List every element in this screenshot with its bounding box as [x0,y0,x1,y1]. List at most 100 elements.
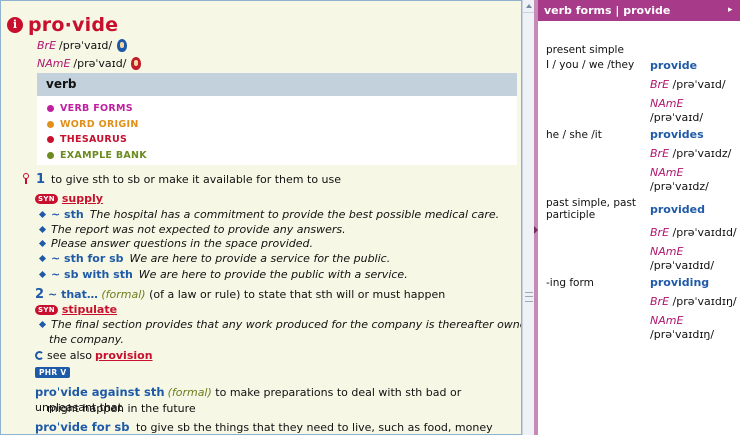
phrasal-verb-item: proˈvide for sb to give sb the things th… [35,420,515,434]
see-also-label: see also [47,349,93,362]
pron-text: /prəˈvaɪdz/ [672,147,732,160]
pron-label: NAmE [650,314,684,327]
diamond-bullet-icon [38,210,47,219]
phrasal-verb-definition-cont: might happen in the future [47,401,521,416]
bullet-icon [47,151,54,159]
pron-label: BrE [650,147,670,160]
diamond-bullet-icon [38,225,47,234]
sense-2: 2 ~ that… (formal) (of a law or rule) to … [35,287,445,302]
pron-name-text: /prəˈvaɪd/ [73,57,127,70]
sense-definition: to give sth to sb or make it available f… [51,173,342,186]
verb-form-value: providing [650,276,710,289]
headword: pro·vide [28,14,119,36]
example-pattern: ~ sth for sb [51,252,124,265]
collapse-arrow-icon[interactable]: ▸ [728,5,738,15]
scroll-grip-icon[interactable] [525,292,533,302]
cross-reference-arrow-icon [35,351,44,360]
example-row-cont: the company. [49,333,124,346]
example-pattern: ~ sth [51,208,84,221]
verb-form-sublabel: I / you / we /they [546,59,635,71]
example-pattern: ~ sb with sth [51,268,133,281]
pron-text: /prəˈvaɪdɪd/ [650,259,715,272]
example-row: ~ sth for sb We are here to provide a se… [38,252,391,265]
bullet-icon [47,105,54,113]
pron-text: /prəˈvaɪdɪŋ/ [650,328,715,341]
example-text: the company. [49,333,124,346]
verb-form-pron-name: NAmE/prəˈvaɪdɪŋ/ [650,314,714,342]
example-text: The report was not expected to provide a… [51,223,346,236]
link-thesaurus[interactable]: THESAURUS [47,132,517,148]
link-label: EXAMPLE BANK [60,149,147,161]
link-example-bank[interactable]: EXAMPLE BANK [47,148,517,164]
diamond-bullet-icon [38,239,47,248]
see-also-link[interactable]: provision [95,349,153,362]
verb-form-sublabel: participle [546,209,596,221]
verb-form-pron-bre: BrE /prəˈvaɪdɪŋ/ [650,295,737,309]
pron-text: /prəˈvaɪdɪŋ/ [672,295,737,308]
pron-text: /prəˈvaɪd/ [672,78,726,91]
pron-label: BrE [650,226,670,239]
pron-label: NAmE [650,166,684,179]
phrasal-verb-head[interactable]: proˈvide against sth [35,385,165,399]
pron-text: /prəˈvaɪd/ [650,111,704,124]
example-text: The hospital has a commitment to provide… [89,208,500,221]
link-word-origin[interactable]: WORD ORIGIN [47,117,517,133]
sense-pattern: ~ that… [48,288,98,301]
see-also-row: see also provision [35,349,153,362]
pron-label: BrE [650,78,670,91]
example-row: The report was not expected to provide a… [38,223,346,236]
pron-label: NAmE [650,245,684,258]
verb-form-pron-name: NAmE/prəˈvaɪdɪd/ [650,245,714,273]
verb-forms-header: verb forms | provide ▸ [538,0,740,21]
pron-bre-label: BrE [37,39,57,52]
verb-form-label: -ing form [546,277,594,289]
key-icon [23,173,30,184]
verb-form-value: provides [650,128,704,141]
link-label: WORD ORIGIN [60,118,139,130]
example-text: We are here to provide a service for the… [129,252,391,265]
headword-row: i pro·vide [7,14,118,36]
speaker-name-icon[interactable] [131,57,142,70]
link-label: VERB FORMS [60,103,133,115]
example-text: Please answer questions in the space pro… [51,237,314,250]
verb-form-value: provided [650,203,706,216]
synonym-link[interactable]: stipulate [62,303,117,316]
verb-forms-title: verb forms | provide [544,4,671,17]
diamond-bullet-icon [38,254,47,263]
pron-bre-text: /prəˈvaɪd/ [59,39,113,52]
sense-definition: (of a law or rule) to state that sth wil… [149,288,446,301]
synonym-row: SYN stipulate [35,303,117,316]
phrasal-verb-head[interactable]: proˈvide for sb [35,420,129,434]
verb-form-label: he / she /it [546,129,602,141]
syn-badge: SYN [35,193,58,204]
pron-label: BrE [650,295,670,308]
verb-form-pron-name: NAmE/prəˈvaɪd/ [650,97,703,125]
example-text: The final section provides that any work… [51,318,522,331]
part-of-speech: verb [37,73,517,96]
syn-badge: SYN [35,304,58,315]
pron-label: NAmE [650,97,684,110]
register-label: (formal) [167,386,212,399]
entry-pane: i pro·vide BrE /prəˈvaɪd/ NAmE /prəˈvaɪd… [0,0,522,435]
pron-bre-row: BrE /prəˈvaɪd/ [37,39,128,52]
pron-name-label: NAmE [37,57,71,70]
synonym-row: SYN supply [35,192,103,205]
synonym-link[interactable]: supply [62,192,103,205]
register-label: (formal) [101,288,146,301]
part-of-speech-box: verb VERB FORMS WORD ORIGIN THESAURUS EX… [37,73,517,165]
pron-name-row: NAmE /prəˈvaɪd/ [37,57,142,70]
sense-number: 1 [36,172,46,187]
sense-1: 1 to give sth to sb or make it available … [23,172,341,187]
sense-number: 2 [35,287,45,302]
verb-form-label: present simple [546,44,624,56]
verb-forms-pane: verb forms | provide ▸ present simple I … [538,0,740,435]
verb-form-pron-name: NAmE/prəˈvaɪdz/ [650,166,709,194]
link-verb-forms[interactable]: VERB FORMS [47,101,517,117]
phrasal-verbs-badge: PHR V [35,367,71,378]
vertical-scrollbar[interactable] [522,0,535,435]
info-icon[interactable]: i [7,17,23,33]
phrasal-verb-definition: might happen in the future [47,402,196,415]
speaker-bre-icon[interactable] [117,39,128,52]
example-row: The final section provides that any work… [38,318,522,331]
verb-form-pron-bre: BrE /prəˈvaɪdɪd/ [650,226,737,240]
